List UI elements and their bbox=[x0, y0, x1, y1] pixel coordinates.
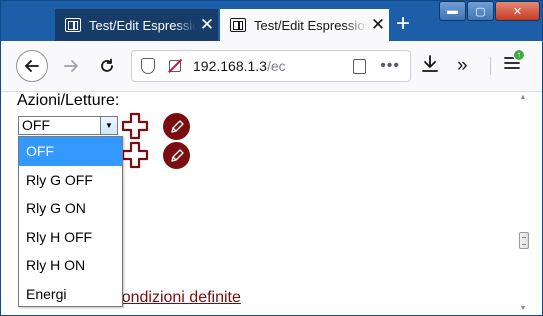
url-path: /ec bbox=[266, 58, 286, 74]
select-current-value: OFF bbox=[22, 117, 50, 133]
add-icon[interactable] bbox=[121, 112, 149, 140]
back-button[interactable] bbox=[16, 50, 48, 82]
select-option-rly-g-off[interactable]: Rly G OFF bbox=[19, 166, 122, 195]
action-select[interactable]: OFF ▼ bbox=[18, 116, 118, 135]
navigation-toolbar: 192.168.1.3 /ec ••• » ↑ bbox=[1, 41, 542, 92]
maximize-button[interactable]: ▢ bbox=[467, 1, 494, 21]
download-icon[interactable] bbox=[421, 54, 439, 80]
close-window-button[interactable]: ✕ bbox=[495, 1, 540, 21]
tab-strip: Test/Edit Espressioni ✕ Test/Edit Espres… bbox=[1, 1, 542, 41]
tab-inactive[interactable]: Test/Edit Espressioni ✕ bbox=[55, 9, 218, 41]
url-host: 192.168.1.3 bbox=[193, 58, 267, 74]
minimize-button[interactable]: ▬ bbox=[439, 1, 466, 21]
scroll-down-icon[interactable]: ▼ bbox=[517, 303, 529, 315]
forward-arrow-icon bbox=[64, 60, 78, 72]
scrollbar-thumb[interactable] bbox=[519, 232, 529, 249]
add-icon[interactable] bbox=[121, 141, 149, 169]
new-tab-button[interactable]: + bbox=[391, 9, 415, 39]
select-option-energi[interactable]: Energi bbox=[19, 280, 122, 309]
tab-title: Test/Edit Espressioni bbox=[254, 17, 367, 33]
tab-title: Test/Edit Espressioni bbox=[89, 17, 196, 33]
close-tab-icon[interactable]: ✕ bbox=[196, 15, 218, 35]
select-option-rly-g-on[interactable]: Rly G ON bbox=[19, 194, 122, 223]
shield-icon[interactable] bbox=[141, 58, 155, 74]
reader-view-icon[interactable] bbox=[353, 58, 367, 74]
page-favicon-icon bbox=[230, 18, 246, 32]
chevron-down-icon[interactable]: ▼ bbox=[100, 117, 117, 134]
select-option-off[interactable]: OFF bbox=[19, 137, 122, 166]
back-arrow-icon bbox=[25, 60, 39, 72]
azioni-letture-label: Azioni/Letture: bbox=[17, 92, 120, 109]
action-select-dropdown: OFF Rly G OFF Rly G ON Rly H OFF Rly H O… bbox=[18, 136, 123, 307]
page-favicon-icon bbox=[65, 18, 81, 32]
page-scrollbar[interactable]: ▲ ▼ bbox=[517, 92, 529, 315]
insecure-lock-icon[interactable] bbox=[169, 60, 181, 72]
reload-button[interactable] bbox=[91, 50, 123, 82]
window-controls: ▬ ▢ ✕ bbox=[438, 1, 540, 23]
address-bar[interactable]: 192.168.1.3 /ec ••• bbox=[131, 50, 411, 82]
close-tab-icon[interactable]: ✕ bbox=[367, 15, 389, 35]
forward-button[interactable] bbox=[55, 50, 87, 82]
more-dots-icon[interactable]: ••• bbox=[380, 58, 400, 74]
select-option-rly-h-on[interactable]: Rly H ON bbox=[19, 251, 122, 280]
update-badge-icon: ↑ bbox=[513, 49, 525, 61]
toolbar-separator bbox=[490, 57, 491, 75]
overflow-chevrons-icon[interactable]: » bbox=[457, 54, 468, 78]
edit-icon[interactable] bbox=[163, 142, 190, 169]
edit-icon[interactable] bbox=[163, 113, 190, 140]
tab-active[interactable]: Test/Edit Espressioni ✕ bbox=[220, 9, 389, 41]
browser-window: Test/Edit Espressioni ✕ Test/Edit Espres… bbox=[0, 0, 543, 316]
reload-icon bbox=[101, 58, 113, 72]
scroll-up-icon[interactable]: ▲ bbox=[517, 92, 529, 104]
select-option-rly-h-off[interactable]: Rly H OFF bbox=[19, 223, 122, 252]
